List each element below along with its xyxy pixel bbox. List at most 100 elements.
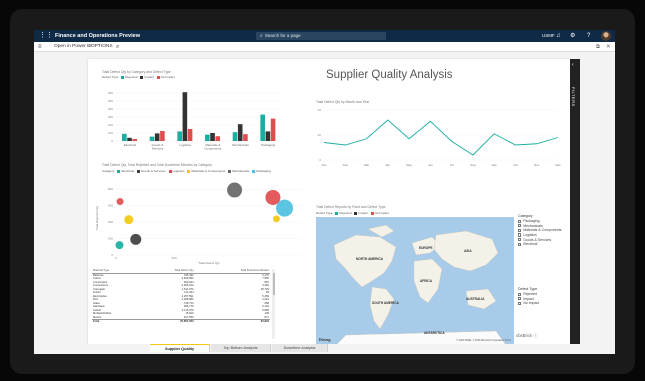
table-cell: 60,822 xyxy=(194,319,270,324)
bar xyxy=(187,129,193,141)
checkbox[interactable] xyxy=(518,242,522,246)
material-type-table: Material Type Total Defect Qty Total Downt… xyxy=(92,269,270,324)
search-icon: ⌕ xyxy=(260,33,263,39)
bar xyxy=(182,92,188,141)
action-search-icon[interactable]: ⌕ xyxy=(116,42,119,52)
legend-item[interactable]: Mechanicals xyxy=(232,169,249,173)
legend-item[interactable]: No Impact xyxy=(375,211,389,215)
options-button[interactable]: OPTIONS xyxy=(91,42,113,52)
slicer-item[interactable]: No Impact xyxy=(518,301,539,306)
legend-swatch xyxy=(117,169,121,173)
open-in-powerbi-button[interactable]: Open in Power BI xyxy=(54,42,92,52)
bar xyxy=(154,133,160,141)
y-tick-label: 400 xyxy=(108,220,113,224)
map-visual-title: Total Defect Reports by Plant and Defect… xyxy=(316,205,386,209)
close-icon[interactable]: ✕ xyxy=(606,42,611,52)
y-tick-label: 200 xyxy=(108,123,113,127)
bell-icon[interactable]: ♫ xyxy=(556,32,561,40)
checkbox[interactable] xyxy=(518,228,522,233)
slicer-item-label: Mechanicals xyxy=(523,223,543,228)
checkbox[interactable] xyxy=(518,219,522,223)
legend-item[interactable]: Goods & Services xyxy=(141,169,166,173)
bar-chart[interactable]: 6005004003002001000Electrical Goods &Serv… xyxy=(96,79,286,155)
checkbox[interactable] xyxy=(518,224,522,228)
y-axis-label: Total Rejected Qty xyxy=(95,205,99,230)
line-chart[interactable]: 40 20 0Jan Feb Mar Apr May Jun Jul Aug Sep Oct Nov De… xyxy=(312,104,564,172)
world-map[interactable]: NORTH AMERICA SOUTH AMERICA EUROPE ASIA … xyxy=(316,217,514,345)
slicer-item-label: Goods & Services xyxy=(523,237,552,242)
nav-menu-icon[interactable]: ≡ xyxy=(38,42,42,52)
company-picker[interactable]: USMF xyxy=(542,32,555,40)
help-icon[interactable]: ? xyxy=(587,32,590,40)
legend-item[interactable]: Electrical xyxy=(121,169,134,173)
scrollbar-thumb[interactable] xyxy=(272,273,275,295)
tab-downtime-analysis[interactable]: Downtime Analysis xyxy=(272,344,328,352)
checkbox[interactable] xyxy=(518,238,522,242)
bar xyxy=(232,132,238,141)
app-title[interactable]: Finance and Operations Preview xyxy=(55,32,140,40)
legend-item[interactable]: Impact xyxy=(358,211,367,215)
slicer-item[interactable]: Materials & Components xyxy=(518,228,562,233)
map-copyright: © 2018 HERE, © 2018 Microsoft Corporatio… xyxy=(456,339,511,342)
slicer-item[interactable]: Electrical xyxy=(518,242,562,247)
filters-pane-toggle[interactable]: ‹ FILTERS xyxy=(570,59,580,344)
page-tabs: Supplier Quality Top Bottom Analysis Dow… xyxy=(88,344,570,354)
map-label: AFRICA xyxy=(420,279,433,283)
search-placeholder: Search for a page xyxy=(264,33,301,38)
scatter-visual-title: Total Defect Qty, Total Rejected and Tot… xyxy=(102,163,212,167)
legend-item[interactable]: Rejected xyxy=(339,211,351,215)
checkbox[interactable] xyxy=(518,297,522,301)
legend-swatch xyxy=(187,169,191,173)
bar xyxy=(265,131,271,141)
slicer-item-label: Logistics xyxy=(523,233,537,238)
legend-swatch xyxy=(136,169,140,173)
table-cell: 25,867,953 xyxy=(142,319,195,324)
slicer-item-label: Materials & Components xyxy=(523,228,562,233)
slicer-item-label: Electrical xyxy=(523,242,538,247)
x-tick-label: 0 xyxy=(115,256,117,260)
y-tick-label: 40 xyxy=(318,108,322,112)
checkbox[interactable] xyxy=(518,301,522,306)
x-tick-label: Packaging xyxy=(261,143,275,147)
x-tick-label: 500 xyxy=(172,256,177,260)
action-pane: ≡ Open in Power BI OPTIONS ⌕ ⧉ ✕ xyxy=(34,42,615,52)
bar xyxy=(270,118,276,141)
bar xyxy=(127,137,132,141)
scatter-chart[interactable]: 800 600 400 200 00 500 Total Rejected Qty Total… xyxy=(94,175,306,267)
popout-icon[interactable]: ⧉ xyxy=(596,42,600,52)
y-tick-label: 300 xyxy=(108,115,113,119)
x-tick-label: Sep xyxy=(492,163,498,167)
legend-swatch xyxy=(228,169,232,173)
avatar[interactable] xyxy=(601,31,611,41)
legend-item[interactable]: Logistics xyxy=(173,169,185,173)
x-tick-label: Oct xyxy=(513,163,518,167)
chevron-left-icon[interactable]: ‹ xyxy=(572,62,574,68)
tab-supplier-quality[interactable]: Supplier Quality xyxy=(150,344,210,352)
tab-top-bottom-analysis[interactable]: Top Bottom Analysis xyxy=(211,344,271,352)
app-launcher-icon[interactable]: ⋮⋮ xyxy=(39,32,53,40)
powerbi-report-canvas: Total Defect Qty by Category and Defect … xyxy=(88,59,570,345)
scatter-point xyxy=(115,241,124,250)
gear-icon[interactable]: ⚙ xyxy=(570,32,575,40)
x-tick-label: Dec xyxy=(555,163,561,167)
table-cell: Total xyxy=(92,319,143,324)
app-screen: ⋮⋮ Finance and Operations Preview ⌕ Searc… xyxy=(34,30,615,354)
bar xyxy=(210,133,215,141)
bing-label: bing xyxy=(322,337,331,342)
checkbox[interactable] xyxy=(518,292,522,296)
table-scrollbar[interactable] xyxy=(272,269,275,339)
x-tick-label: Jan xyxy=(322,163,327,167)
bar xyxy=(149,136,155,141)
search-input[interactable]: ⌕ Search for a page xyxy=(256,32,386,40)
map-label: NORTH AMERICA xyxy=(356,257,383,261)
brand-text: obsBrick ⓘ xyxy=(516,333,538,338)
y-tick-label: 0 xyxy=(319,158,321,162)
checkbox[interactable] xyxy=(518,233,522,237)
x-axis-label: Total Defect Qty xyxy=(198,261,220,265)
bar xyxy=(260,114,265,141)
x-tick-label: Mar xyxy=(364,163,369,167)
bar xyxy=(132,139,138,141)
legend-item[interactable]: Materials & Components xyxy=(191,169,225,173)
legend-item[interactable]: Packaging xyxy=(256,169,270,173)
scatter-legend-title: Category xyxy=(102,169,115,173)
